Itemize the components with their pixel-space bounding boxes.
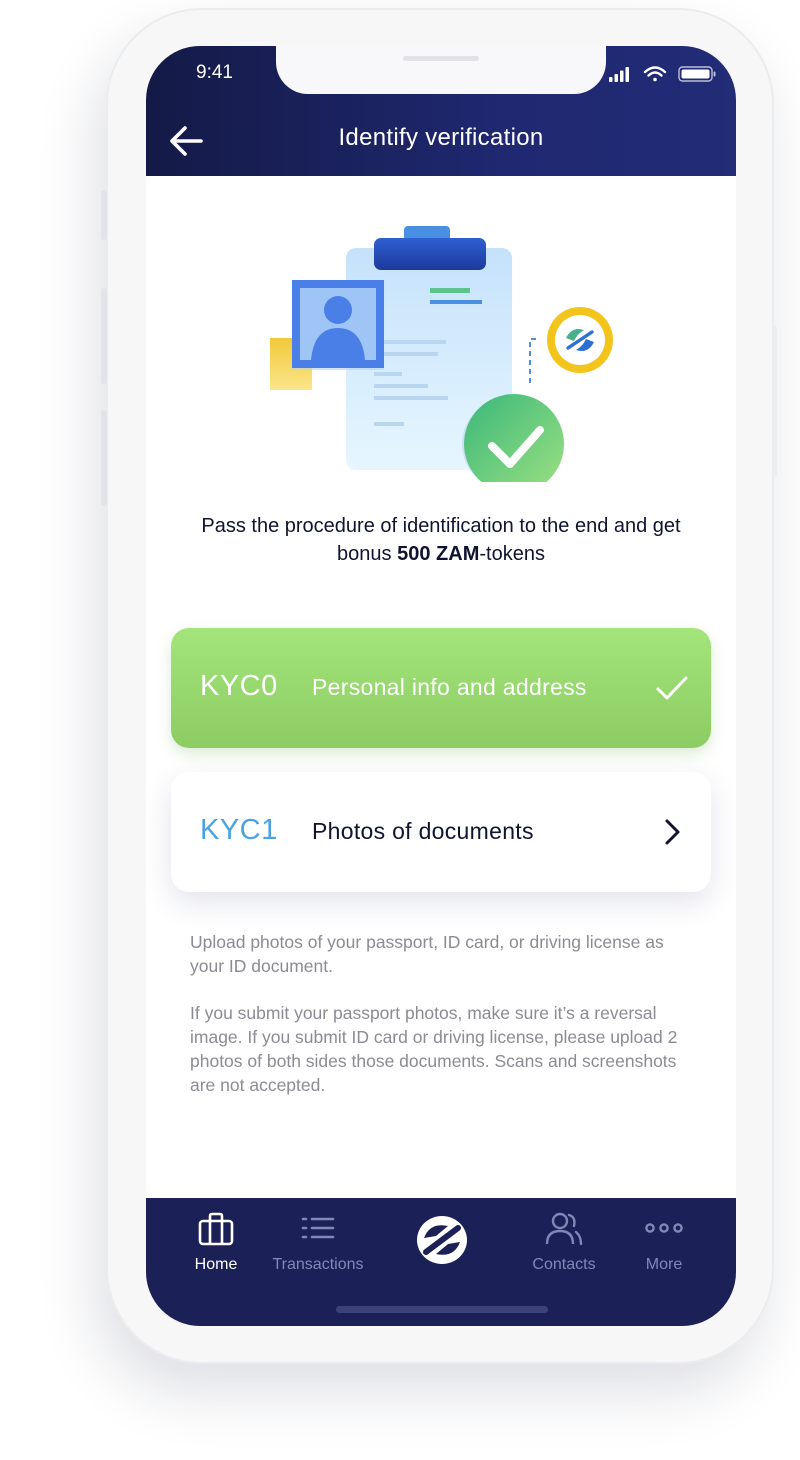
bonus-description: Pass the procedure of identification to … bbox=[176, 512, 706, 568]
tab-contacts[interactable]: Contacts bbox=[514, 1210, 614, 1280]
tab-more[interactable]: More bbox=[614, 1210, 714, 1280]
kyc1-step-card[interactable]: KYC1 Photos of documents bbox=[171, 772, 711, 892]
tab-contacts-label: Contacts bbox=[532, 1256, 596, 1273]
volume-up-button bbox=[101, 288, 107, 384]
chevron-right-icon bbox=[665, 819, 680, 845]
app-screen: 9:41 Identify verification Pass the proc… bbox=[146, 46, 736, 1326]
speaker-grille bbox=[403, 56, 479, 61]
check-icon bbox=[656, 676, 688, 700]
lead-text-suffix: -tokens bbox=[479, 543, 545, 565]
briefcase-icon bbox=[198, 1212, 234, 1246]
info-paragraph-upload: Upload photos of your passport, ID card,… bbox=[190, 932, 664, 976]
kyc1-code: KYC1 bbox=[200, 814, 278, 846]
id-clipboard-verified-illustration bbox=[270, 226, 613, 482]
power-button bbox=[773, 326, 777, 476]
tab-home-label: Home bbox=[194, 1256, 238, 1273]
info-paragraph-requirements: If you submit your passport photos, make… bbox=[190, 1003, 678, 1095]
tab-home[interactable]: Home bbox=[166, 1210, 266, 1280]
zam-logo-button[interactable] bbox=[412, 1212, 472, 1268]
zam-logo-icon bbox=[417, 1216, 467, 1264]
notch bbox=[276, 46, 606, 94]
kyc0-code: KYC0 bbox=[200, 670, 278, 702]
header-bar: 9:41 Identify verification bbox=[146, 46, 736, 176]
status-icons bbox=[609, 66, 716, 82]
signal-icon bbox=[609, 67, 629, 82]
list-icon bbox=[301, 1217, 335, 1239]
mute-switch bbox=[101, 190, 107, 240]
users-icon bbox=[545, 1212, 583, 1246]
lead-bonus-amount: 500 ZAM bbox=[397, 543, 480, 565]
tab-transactions-label: Transactions bbox=[272, 1256, 364, 1273]
volume-down-button bbox=[101, 410, 107, 506]
kyc1-label: Photos of documents bbox=[312, 818, 534, 844]
more-dots-icon bbox=[645, 1223, 683, 1233]
battery-icon bbox=[678, 66, 716, 82]
wifi-icon bbox=[643, 66, 667, 82]
tab-transactions[interactable]: Transactions bbox=[268, 1210, 368, 1280]
page-title: Identify verification bbox=[338, 124, 544, 151]
kyc0-label: Personal info and address bbox=[312, 674, 587, 700]
kyc0-step-card[interactable]: KYC0 Personal info and address bbox=[171, 628, 711, 748]
home-indicator bbox=[336, 1306, 548, 1313]
status-time: 9:41 bbox=[196, 62, 233, 83]
tab-more-label: More bbox=[645, 1256, 683, 1273]
